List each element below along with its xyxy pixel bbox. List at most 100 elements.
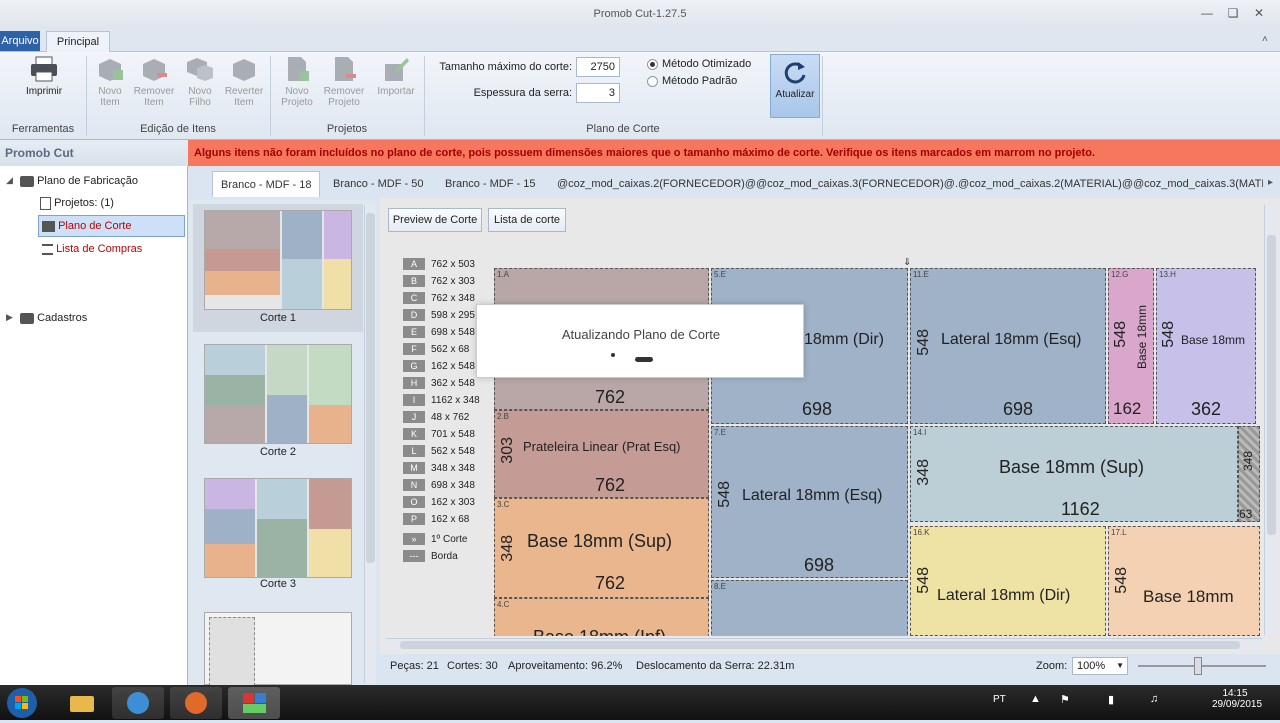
tab-branco-mdf-18[interactable]: Branco - MDF - 18 [212, 171, 321, 197]
tamanho-input[interactable]: 2750 [576, 57, 620, 77]
piece-name: Lateral 18mm (Dir) [937, 587, 1071, 604]
tree-item-projetos[interactable]: Projetos: (1) [40, 194, 114, 212]
tab-branco-mdf-15[interactable]: Branco - MDF - 15 [437, 171, 543, 197]
zoom-slider-track[interactable] [1138, 665, 1266, 667]
promob-icon [243, 693, 266, 713]
folder-icon [70, 696, 94, 712]
zoom-slider-thumb[interactable] [1194, 657, 1202, 675]
preview-corte-button[interactable]: Preview de Corte [388, 208, 482, 232]
piece-offcut[interactable]: 348 63 [1238, 426, 1260, 522]
thumbnail-scrollbar[interactable] [364, 205, 376, 683]
novo-filho-button[interactable]: Novo Filho [178, 56, 222, 108]
legend-value: 1º Corte [431, 534, 468, 545]
status-bar: Peças: 21 Cortes: 30 Aproveitamento: 96.… [380, 654, 1280, 684]
tab-branco-mdf-50[interactable]: Branco - MDF - 50 [325, 171, 431, 197]
thumb-item-1[interactable]: Corte 1 [193, 204, 363, 332]
collapse-icon[interactable]: ▶ [6, 312, 13, 323]
preview-vertical-scrollbar[interactable] [1264, 205, 1278, 635]
thumb-item-3[interactable]: Corte 3 [193, 472, 363, 597]
minimize-icon[interactable]: — [1194, 4, 1220, 22]
maximize-icon[interactable]: ❏ [1220, 4, 1246, 22]
tamanho-label: Tamanho máximo do corte: [439, 61, 572, 73]
expand-icon[interactable]: ◢ [6, 175, 13, 186]
close-icon[interactable]: ✕ [1246, 4, 1272, 22]
piece-12g[interactable]: 12.G 548 Base 18mm 162 [1108, 268, 1154, 424]
piece-id: 7.E [714, 428, 727, 437]
legend-item: K 701 x 548 [403, 428, 493, 442]
metodo-padrao-label: Método Padrão [662, 75, 738, 87]
piece-name: Base 18mm [1143, 587, 1234, 606]
novo-item-button[interactable]: Novo Item [88, 56, 132, 108]
action-center-icon[interactable]: ⚑ [1060, 693, 1070, 706]
chevron-down-icon: ▼ [1116, 661, 1124, 670]
tree-item-plano-fabricacao[interactable]: Plano de Fabricação [20, 172, 138, 190]
tree-item-plano-corte[interactable]: Plano de Corte [38, 215, 185, 237]
refresh-icon [784, 62, 806, 84]
remover-item-button[interactable]: Remover Item [132, 56, 176, 108]
remover-projeto-button[interactable]: Remover Projeto [322, 56, 366, 108]
metodo-padrao-radio[interactable] [647, 76, 658, 87]
clock[interactable]: 14:15 29/09/2015 [1212, 688, 1262, 710]
scrollbar-thumb[interactable] [366, 213, 375, 563]
piece-11e[interactable]: 11.E 548 Lateral 18mm (Esq) 698 [910, 268, 1106, 424]
metodo-otimizado-radio[interactable] [647, 59, 658, 70]
legend-item: N 698 x 348 [403, 479, 493, 493]
piece-height: 548 [915, 329, 932, 356]
thumb-item-2[interactable]: Corte 2 [193, 338, 363, 463]
taskbar-app[interactable] [170, 687, 222, 719]
taskbar-browser[interactable] [112, 687, 164, 719]
thumb-image-2 [204, 344, 352, 444]
piece-14i[interactable]: 14.I 348 Base 18mm (Sup) 1162 [910, 426, 1238, 522]
piece-2b[interactable]: 2.B 303 Prateleira Linear (Prat Esq) 762 [494, 410, 709, 498]
zoom-select[interactable]: 100% ▼ [1072, 657, 1128, 675]
piece-height: 348 [1241, 451, 1255, 472]
piece-name: 18mm (Dir) [804, 331, 884, 348]
reverter-item-button[interactable]: Reverter Item [222, 56, 266, 108]
start-button[interactable] [4, 686, 40, 720]
tab-arquivo[interactable]: Arquivo [0, 31, 40, 51]
piece-width: 162 [1113, 399, 1142, 418]
tab-scroll-right-icon[interactable]: ▸ [1268, 177, 1273, 188]
piece-width: 698 [1003, 399, 1034, 419]
legend-value: 562 x 548 [431, 446, 475, 457]
show-hidden-icons[interactable]: ▲ [1030, 693, 1041, 705]
preview-horizontal-scrollbar[interactable] [386, 638, 1262, 650]
globe-icon [127, 692, 149, 714]
piece-16k[interactable]: 16.K 548 Lateral 18mm (Dir) [910, 526, 1106, 636]
taskbar-promob[interactable] [228, 687, 280, 719]
piece-3c[interactable]: 3.C 348 Base 18mm (Sup) 762 [494, 498, 709, 598]
tree-item-cadastros[interactable]: Cadastros [20, 309, 87, 327]
legend-key: C [403, 292, 425, 305]
scrollbar-thumb[interactable] [400, 641, 1240, 649]
piece-13h[interactable]: 13.H 548 Base 18mm 362 [1156, 268, 1256, 424]
piece-8e[interactable]: 8.E [711, 580, 908, 636]
piece-7e[interactable]: 7.E 548 Lateral 18mm (Esq) 698 [711, 426, 908, 578]
group-label-ferramentas: Ferramentas [11, 123, 75, 135]
piece-width: 762 [595, 475, 626, 495]
taskbar-explorer[interactable] [56, 687, 108, 719]
legend-value: 762 x 503 [431, 259, 475, 270]
espessura-input[interactable]: 3 [576, 83, 620, 103]
spinner-icon [635, 357, 653, 362]
volume-icon[interactable]: ♫ [1150, 693, 1158, 705]
legend-value: 762 x 303 [431, 276, 475, 287]
novo-projeto-button[interactable]: Novo Projeto [275, 56, 319, 108]
atualizar-button[interactable]: Atualizar [770, 54, 820, 118]
importar-button[interactable]: Importar [374, 56, 418, 97]
imprimir-button[interactable]: Imprimir [20, 56, 68, 97]
tab-principal[interactable]: Principal [46, 31, 110, 52]
piece-17l[interactable]: 17.L 548 Base 18mm [1108, 526, 1260, 636]
scrollbar-thumb[interactable] [1267, 235, 1276, 535]
table-icon [42, 220, 55, 232]
battery-icon[interactable]: ▮ [1108, 693, 1114, 706]
legend-key: E [403, 326, 425, 339]
tree-item-lista-compras[interactable]: Lista de Compras [42, 240, 142, 258]
tab-fornecedor-material[interactable]: @coz_mod_caixas.2(FORNECEDOR)@@coz_mod_c… [549, 171, 1263, 197]
language-indicator[interactable]: PT [993, 694, 1006, 705]
ribbon-collapse-icon[interactable]: ˄ [1262, 34, 1268, 45]
piece-id: 5.E [714, 270, 727, 279]
thumb-image-4[interactable] [204, 612, 352, 686]
piece-4c[interactable]: 4.C Base 18mm (Inf) [494, 598, 709, 636]
legend-item: J 48 x 762 [403, 411, 493, 425]
lista-corte-button[interactable]: Lista de corte [488, 208, 566, 232]
